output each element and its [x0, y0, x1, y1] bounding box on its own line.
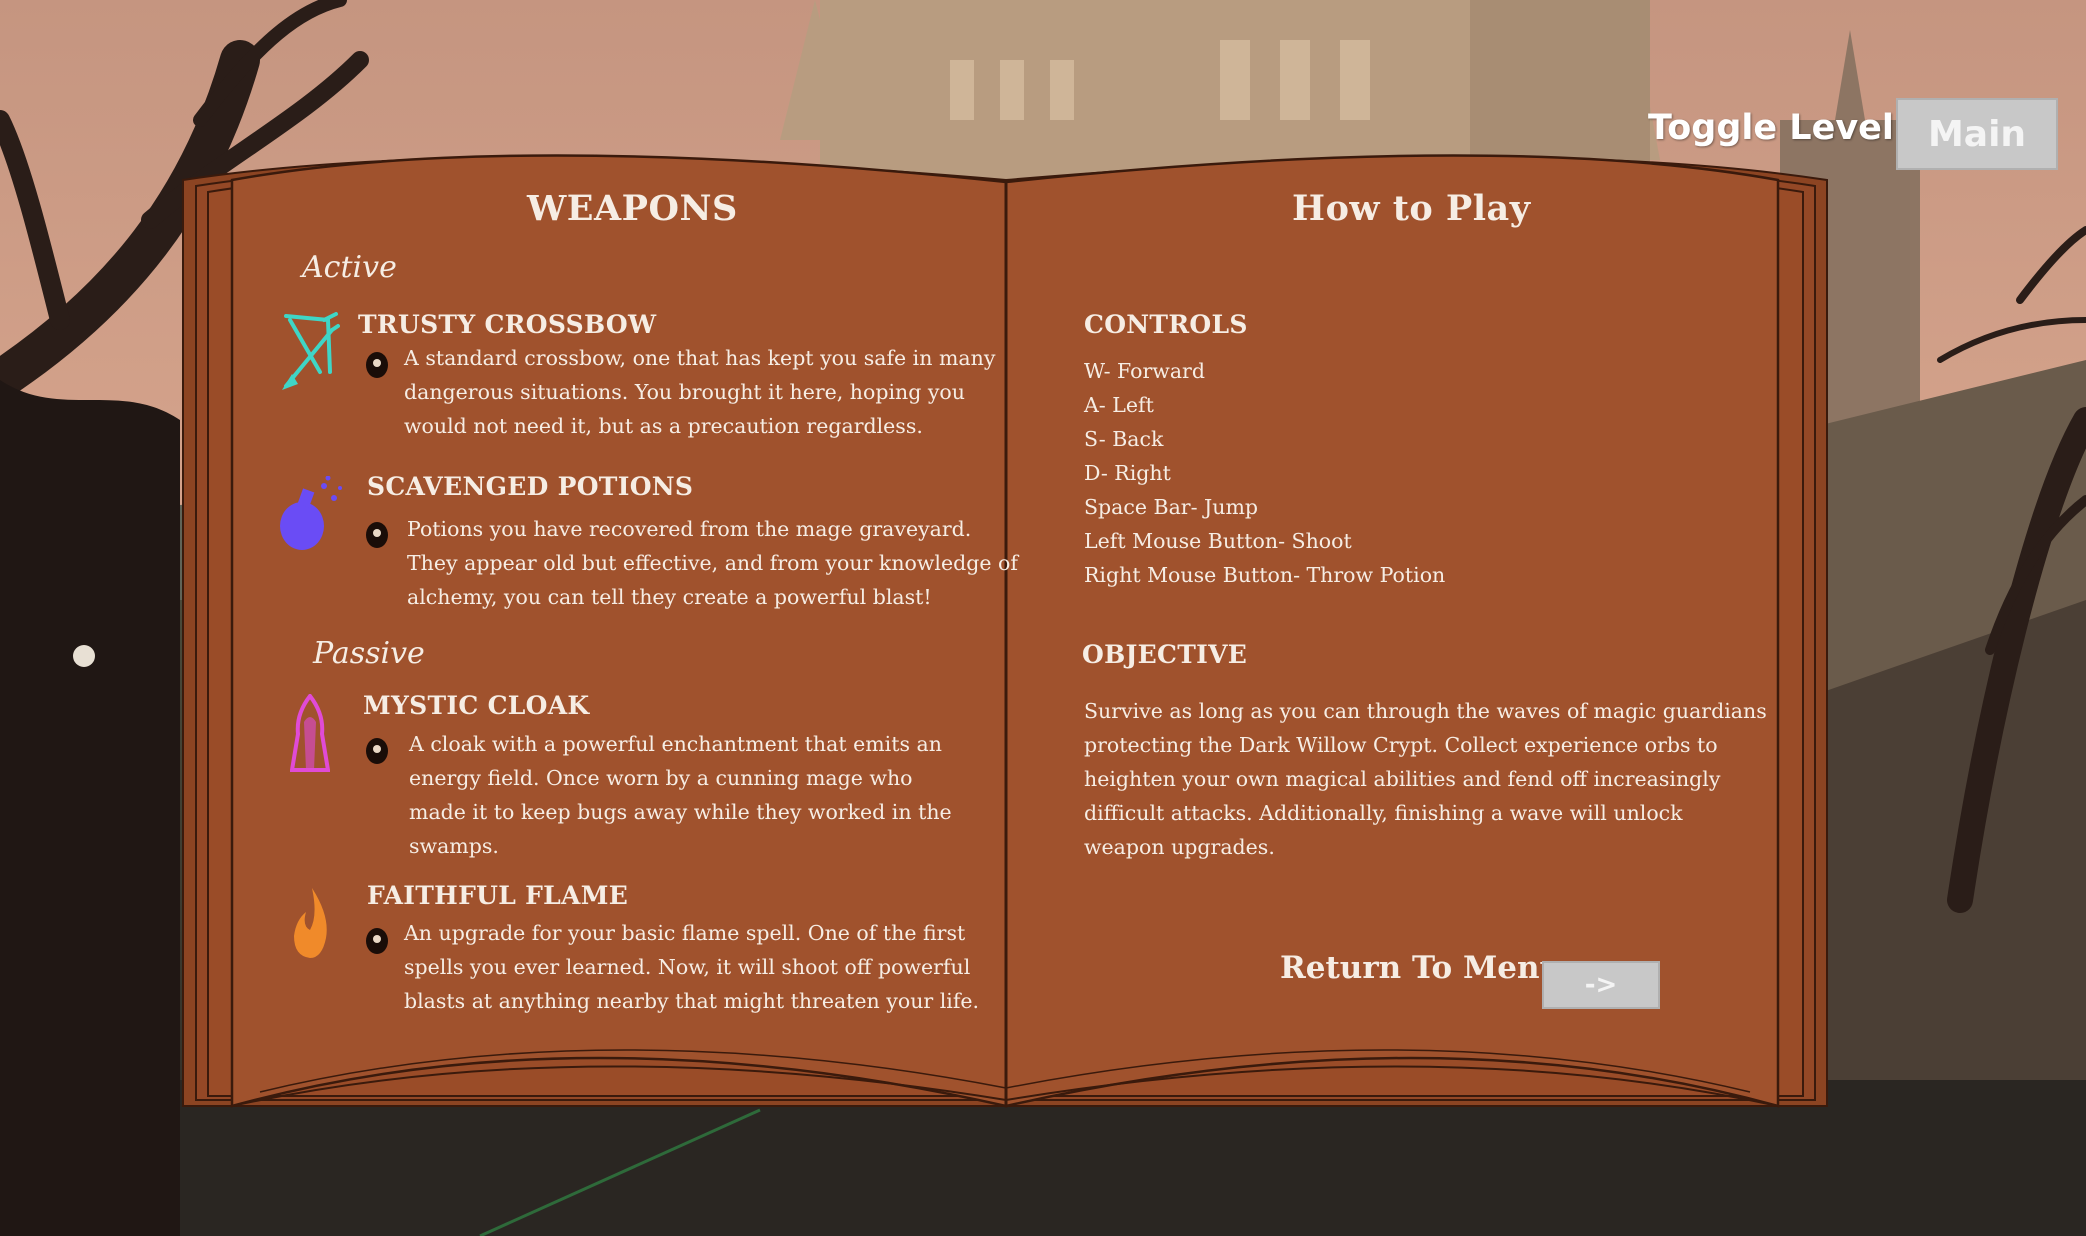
- bullet-icon: [366, 522, 388, 548]
- item-desc-potions: Potions you have recovered from the mage…: [407, 517, 1018, 609]
- item-desc-crossbow: A standard crossbow, one that has kept y…: [404, 346, 996, 438]
- objective-text: Survive as long as you can through the w…: [1084, 699, 1767, 859]
- item-title-crossbow: TRUSTY CROSSBOW: [358, 310, 657, 339]
- return-to-menu-label: Return To Menu: [1280, 950, 1563, 986]
- item-desc-cloak: A cloak with a powerful enchantment that…: [409, 732, 952, 858]
- controls-list: W- Forward A- Left S- Back D- Right Spac…: [1084, 354, 1445, 592]
- controls-title: CONTROLS: [1084, 310, 1248, 339]
- crossbow-icon: [282, 312, 340, 390]
- control-item: S- Back: [1084, 427, 1164, 451]
- passive-section-label: Passive: [313, 636, 425, 671]
- control-item: D- Right: [1084, 461, 1171, 485]
- flame-icon: [294, 888, 327, 958]
- how-to-play-title: How to Play: [1292, 188, 1531, 229]
- active-section-label: Active: [302, 250, 397, 285]
- item-title-potions: SCAVENGED POTIONS: [367, 472, 694, 501]
- weapons-title: WEAPONS: [527, 188, 738, 229]
- control-item: Left Mouse Button- Shoot: [1084, 529, 1352, 553]
- toggle-level-value: Main: [1927, 113, 2027, 155]
- item-title-flame: FAITHFUL FLAME: [367, 881, 629, 910]
- control-item: A- Left: [1084, 393, 1154, 417]
- objective-title: OBJECTIVE: [1082, 640, 1248, 669]
- toggle-level-button[interactable]: Main: [1896, 98, 2058, 170]
- cloak-icon: [290, 694, 330, 772]
- bullet-icon: [366, 352, 388, 378]
- arrow-right-icon: ->: [1584, 970, 1618, 1000]
- bullet-icon: [366, 928, 388, 954]
- bullet-icon: [366, 738, 388, 764]
- potion-icon: [280, 476, 342, 550]
- control-item: Right Mouse Button- Throw Potion: [1084, 563, 1446, 587]
- item-title-cloak: MYSTIC CLOAK: [363, 691, 590, 720]
- return-to-menu-button[interactable]: ->: [1542, 961, 1660, 1009]
- item-desc-flame: An upgrade for your basic flame spell. O…: [404, 921, 980, 1013]
- control-item: Space Bar- Jump: [1084, 495, 1259, 519]
- control-item: W- Forward: [1084, 359, 1205, 383]
